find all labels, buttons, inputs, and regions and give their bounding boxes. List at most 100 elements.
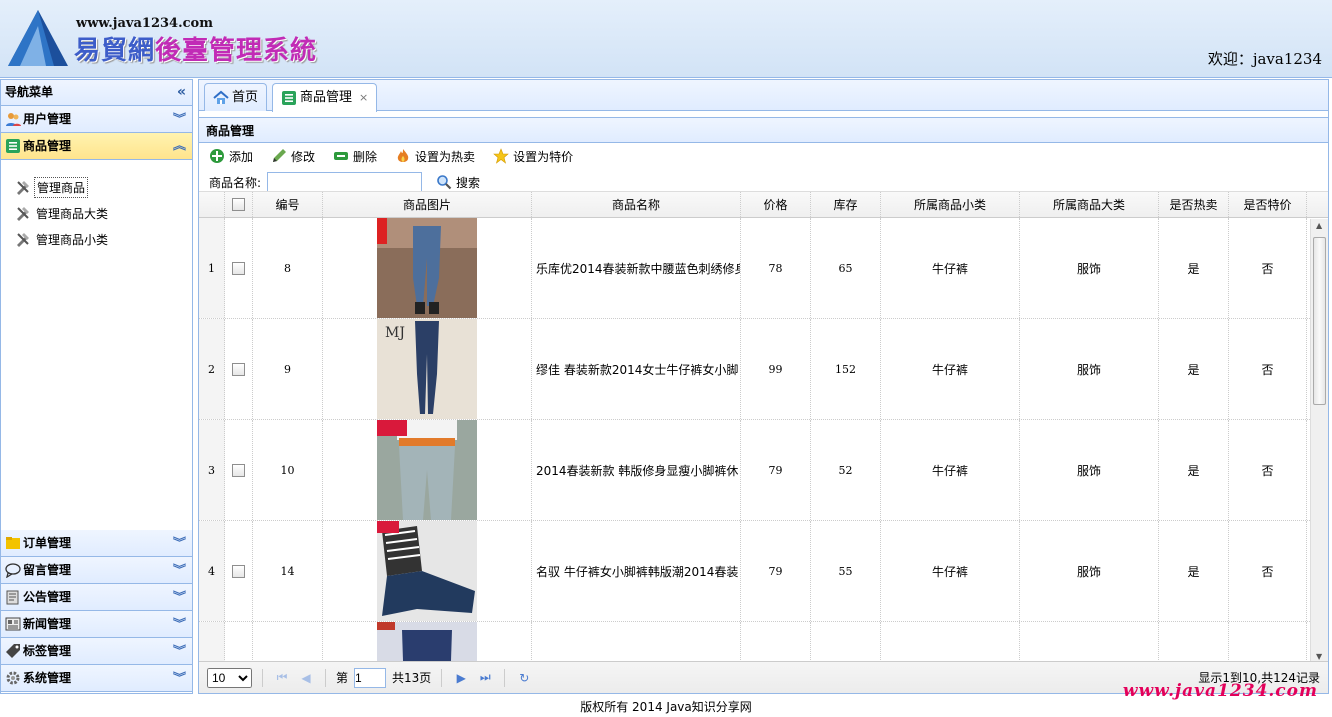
set-hot-button[interactable]: 设置为热卖 [395,148,475,165]
chevron-down-icon: ︾ [172,563,187,576]
cell-name: 缪佳 春装新款2014女士牛仔裤女小脚 [532,319,741,419]
row-number: 3 [199,420,225,520]
table-row[interactable]: 2 9 MJ 缪佳 春装新款2014女士牛仔裤女小脚 99 152 牛仔裤 服饰… [199,319,1328,420]
tree-item-manage-subcategories[interactable]: 管理商品小类 [1,226,192,252]
cell-price: 99 [741,319,811,419]
table-row[interactable]: 4 14 名驭 牛仔裤女小脚裤韩版潮2014春装 79 55 牛仔裤 服饰 是 … [199,521,1328,622]
cell-hot [1159,622,1229,662]
add-button[interactable]: 添加 [209,148,253,165]
col-name[interactable]: 商品名称 [532,192,741,217]
nav-section-users[interactable]: 用户管理 ︾ [1,106,192,133]
page-number-input[interactable] [354,667,387,688]
cell-id: 8 [253,218,323,318]
grid-scrollbar[interactable]: ▲ ▼ [1310,219,1328,662]
watermark: www.java1234.com [1122,681,1318,701]
row-checkbox[interactable] [232,261,245,275]
cell-subcategory [881,622,1020,662]
tab-home[interactable]: 首页 [204,83,268,111]
table-row[interactable]: 3 10 2014春装新款 韩版修身显瘦小脚裤休 79 52 牛仔裤 服饰 是 … [199,420,1328,521]
row-checkbox[interactable] [232,463,245,477]
pencil-icon [273,149,287,162]
product-image [377,218,477,318]
table-row[interactable] [199,622,1328,662]
col-price[interactable]: 价格 [741,192,811,217]
next-page-icon[interactable]: ▶ [452,671,470,685]
news-icon [5,617,21,631]
row-checkbox[interactable] [232,362,245,376]
tree-item-manage-categories[interactable]: 管理商品大类 [1,200,192,226]
site-title: 易貿網後臺管理系統 [74,36,318,66]
cell-subcategory: 牛仔裤 [881,420,1020,520]
cell-stock: 52 [811,420,881,520]
products-menu: 管理商品 管理商品大类 管理商品小类 [1,160,192,531]
edit-button[interactable]: 修改 [271,148,315,165]
refresh-icon[interactable]: ↻ [515,671,533,685]
col-hot[interactable]: 是否热卖 [1159,192,1229,217]
prev-page-icon[interactable]: ◀ [297,671,315,685]
set-special-button[interactable]: 设置为特价 [493,148,573,165]
cell-hot: 是 [1159,521,1229,621]
cell-stock: 55 [811,521,881,621]
row-number: 2 [199,319,225,419]
cell-price: 78 [741,218,811,318]
product-name-input[interactable] [267,172,423,192]
scroll-down-icon[interactable]: ▼ [1316,652,1322,661]
nav-section-tags[interactable]: 标签管理 ︾ [1,638,192,665]
folder-icon [6,537,20,549]
list-icon [6,139,20,153]
tab-products[interactable]: 商品管理 × [272,83,378,112]
last-page-icon[interactable]: ⏭ [476,670,494,685]
scroll-up-icon[interactable]: ▲ [1316,221,1322,230]
col-subcategory[interactable]: 所属商品小类 [881,192,1020,217]
chevron-down-icon: ︾ [172,644,187,657]
page-size-select[interactable]: 10 [207,667,252,688]
cell-hot: 是 [1159,420,1229,520]
tree-item-manage-products[interactable]: 管理商品 [1,174,192,200]
logo-icon [8,10,68,66]
search-label: 商品名称: [209,175,262,190]
scroll-thumb[interactable] [1313,237,1326,405]
col-special[interactable]: 是否特价 [1229,192,1307,217]
select-all-checkbox[interactable] [232,198,245,211]
delete-button[interactable]: 删除 [333,148,377,165]
cell-name: 名驭 牛仔裤女小脚裤韩版潮2014春装 [532,521,741,621]
col-image[interactable]: 商品图片 [323,192,532,217]
search-button[interactable]: 搜索 [436,174,480,191]
cell-price: 79 [741,420,811,520]
product-image [377,420,477,520]
nav-section-products[interactable]: 商品管理 ︽ [1,133,192,160]
chevron-up-icon: ︽ [172,139,187,152]
cell-id: 14 [253,521,323,621]
chevron-down-icon: ︾ [172,671,187,684]
cell-name: 2014春装新款 韩版修身显瘦小脚裤休 [532,420,741,520]
close-icon[interactable]: × [359,85,368,111]
cell-stock [811,622,881,662]
table-row[interactable]: 1 8 乐库优2014春装新款中腰蓝色刺绣修身 78 65 牛仔裤 服饰 是 否 [199,218,1328,319]
col-category[interactable]: 所属商品大类 [1020,192,1159,217]
nav-section-system[interactable]: 系统管理 ︾ [1,665,192,692]
row-checkbox[interactable] [232,564,245,578]
nav-section-notices[interactable]: 公告管理 ︾ [1,584,192,611]
first-page-icon[interactable]: ⏮ [273,670,291,685]
cell-price [741,622,811,662]
nav-section-orders[interactable]: 订单管理 ︾ [1,530,192,557]
collapse-button[interactable]: « [177,80,186,105]
cell-stock: 65 [811,218,881,318]
site-url: www.java1234.com [76,16,213,31]
fire-icon [397,149,409,162]
cell-category: 服饰 [1020,319,1159,419]
add-icon [210,149,224,163]
cell-id: 10 [253,420,323,520]
nav-section-messages[interactable]: 留言管理 ︾ [1,557,192,584]
users-icon [6,113,21,126]
col-id[interactable]: 编号 [253,192,323,217]
tools-icon [17,181,29,195]
tag-icon [6,644,20,658]
svg-text:MJ: MJ [385,325,405,341]
cell-special [1229,622,1307,662]
cell-name [532,622,741,662]
nav-section-news[interactable]: 新闻管理 ︾ [1,611,192,638]
col-stock[interactable]: 库存 [811,192,881,217]
chevron-down-icon: ︾ [172,590,187,603]
row-number: 1 [199,218,225,318]
